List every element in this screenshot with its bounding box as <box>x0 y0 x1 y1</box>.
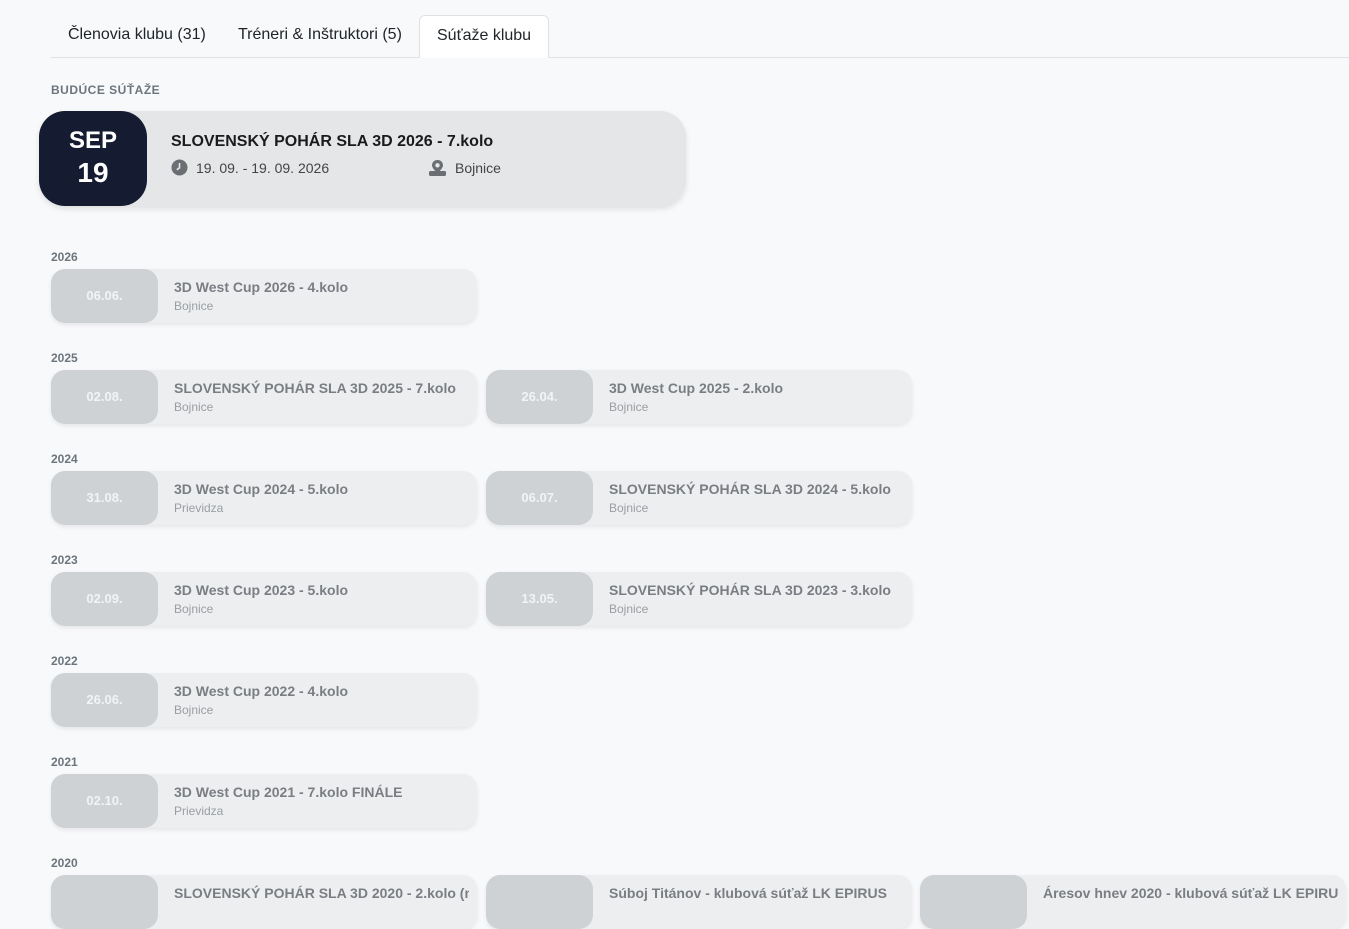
event-name: SLOVENSKÝ POHÁR SLA 3D 2023 - 3.kolo <box>609 582 891 598</box>
year-label-2026: 2026 <box>51 250 78 264</box>
tab-members[interactable]: Členovia klubu (31) <box>51 15 223 57</box>
event-name: 3D West Cup 2025 - 2.kolo <box>609 380 784 396</box>
event-name: SLOVENSKÝ POHÁR SLA 3D 2025 - 7.kolo <box>174 380 456 396</box>
event-name: Súboj Titánov - klubová súťaž LK EPIRUS <box>609 885 887 901</box>
event-card[interactable]: 26.06. 3D West Cup 2022 - 4.kolo Bojnice <box>51 673 477 727</box>
upcoming-event-date-badge: SEP 19 <box>39 111 147 206</box>
event-place: Bojnice <box>174 400 214 414</box>
event-name: 3D West Cup 2022 - 4.kolo <box>174 683 349 699</box>
year-label-2024: 2024 <box>51 452 78 466</box>
upcoming-event-location: Bojnice <box>428 159 501 177</box>
event-place: Bojnice <box>609 602 649 616</box>
event-place: Bojnice <box>609 400 649 414</box>
year-label-2022: 2022 <box>51 654 78 668</box>
event-name: SLOVENSKÝ POHÁR SLA 3D 2024 - 5.kolo <box>609 481 891 497</box>
event-date-badge <box>486 875 593 929</box>
event-name: Áresov hnev 2020 - klubová súťaž LK EPIR… <box>1043 885 1338 901</box>
event-date-badge: 02.08. <box>51 370 158 424</box>
event-date-badge: 31.08. <box>51 471 158 525</box>
upcoming-event-dates: 19. 09. - 19. 09. 2026 <box>171 159 329 176</box>
upcoming-event-title: SLOVENSKÝ POHÁR SLA 3D 2026 - 7.kolo <box>171 133 494 150</box>
event-place: Bojnice <box>174 703 214 717</box>
upcoming-section-label: BUDÚCE SÚŤAŽE <box>51 83 161 97</box>
event-place: Prievidza <box>174 501 224 515</box>
upcoming-event-place: Bojnice <box>455 160 501 176</box>
tab-trainers[interactable]: Tréneri & Inštruktori (5) <box>221 15 419 57</box>
event-place: Bojnice <box>609 501 649 515</box>
club-tabs: Členovia klubu (31) Tréneri & Inštruktor… <box>51 15 1349 58</box>
event-name: 3D West Cup 2024 - 5.kolo <box>174 481 349 497</box>
event-card[interactable]: 02.10. 3D West Cup 2021 - 7.kolo FINÁLE Pr… <box>51 774 477 828</box>
year-label-2023: 2023 <box>51 553 78 567</box>
event-date-badge: 02.09. <box>51 572 158 626</box>
event-date-badge: 02.10. <box>51 774 158 828</box>
event-place: Bojnice <box>174 299 214 313</box>
event-name: 3D West Cup 2021 - 7.kolo FINÁLE <box>174 784 403 800</box>
event-card[interactable]: 06.07. SLOVENSKÝ POHÁR SLA 3D 2024 - 5.ko… <box>486 471 912 525</box>
event-date-badge: 06.06. <box>51 269 158 323</box>
location-pin-icon <box>429 160 446 176</box>
event-card[interactable]: Súboj Titánov - klubová súťaž LK EPIRUS <box>486 875 912 929</box>
year-label-2021: 2021 <box>51 755 78 769</box>
event-card[interactable]: Áresov hnev 2020 - klubová súťaž LK EPIR… <box>920 875 1346 929</box>
upcoming-event-month: SEP <box>68 127 118 154</box>
event-card[interactable]: 26.04. 3D West Cup 2025 - 2.kolo Bojnice <box>486 370 912 424</box>
clock-icon <box>171 159 188 176</box>
upcoming-event-day: 19 <box>77 157 109 188</box>
tab-competitions[interactable]: Súťaže klubu <box>419 15 550 58</box>
event-date-badge: 13.05. <box>486 572 593 626</box>
event-card[interactable]: 02.08. SLOVENSKÝ POHÁR SLA 3D 2025 - 7.ko… <box>51 370 477 424</box>
event-date-badge <box>51 875 158 929</box>
event-date-badge: 26.04. <box>486 370 593 424</box>
year-label-2020: 2020 <box>51 856 78 870</box>
event-card[interactable]: 06.06. 3D West Cup 2026 - 4.kolo Bojnice <box>51 269 477 323</box>
event-place: Bojnice <box>174 602 214 616</box>
event-name: 3D West Cup 2026 - 4.kolo <box>174 279 349 295</box>
upcoming-event-date-range: 19. 09. - 19. 09. 2026 <box>196 159 330 176</box>
event-date-badge: 06.07. <box>486 471 593 525</box>
event-card[interactable]: 31.08. 3D West Cup 2024 - 5.kolo Prievidza <box>51 471 477 525</box>
upcoming-event-card[interactable]: SEP 19 SLOVENSKÝ POHÁR SLA 3D 2026 - 7.k… <box>39 111 686 206</box>
event-card[interactable]: 02.09. 3D West Cup 2023 - 5.kolo Bojnice <box>51 572 477 626</box>
event-name: SLOVENSKÝ POHÁR SLA 3D 2020 - 2.kolo (n.… <box>174 885 469 901</box>
year-label-2025: 2025 <box>51 351 78 365</box>
event-name: 3D West Cup 2023 - 5.kolo <box>174 582 349 598</box>
event-card[interactable]: 13.05. SLOVENSKÝ POHÁR SLA 3D 2023 - 3.ko… <box>486 572 912 626</box>
event-card[interactable]: SLOVENSKÝ POHÁR SLA 3D 2020 - 2.kolo (n.… <box>51 875 477 929</box>
event-date-badge: 26.06. <box>51 673 158 727</box>
event-place: Prievidza <box>174 804 224 818</box>
event-date-badge <box>920 875 1027 929</box>
